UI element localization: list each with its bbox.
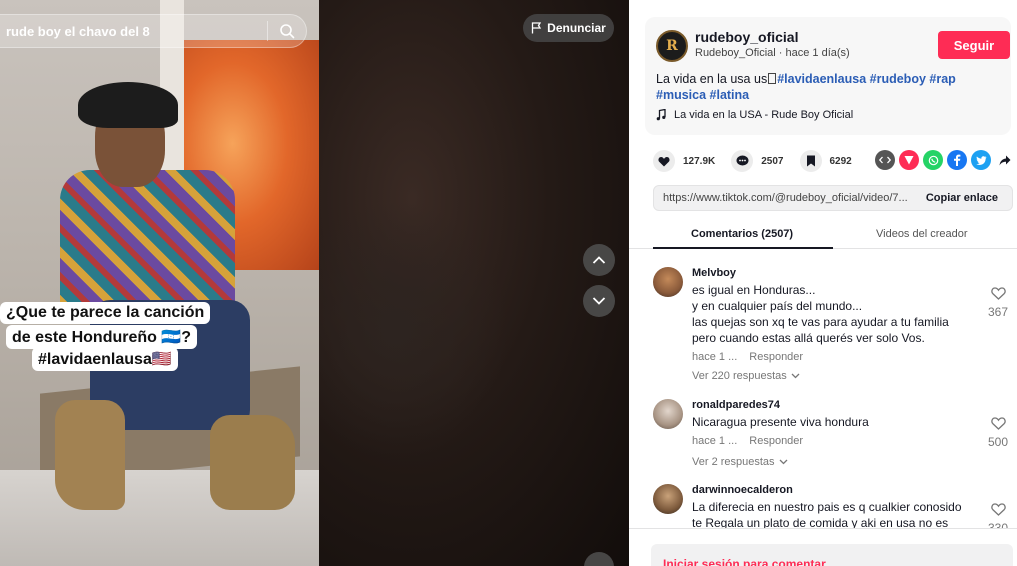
video-description: La vida en la usa us #lavidaenlausa #rude… [656,71,1006,103]
report-label: Denunciar [547,21,606,35]
comment-text: Nicaragua presente viva hondura [692,415,869,429]
video-caption-line-3: #lavidaenlausa🇺🇸 [32,347,178,371]
comment-like-button[interactable]: 330 [985,503,1011,528]
view-replies-button[interactable]: Ver 220 respuestas [692,370,800,382]
whatsapp-icon[interactable] [923,150,943,170]
chevron-down-icon [779,459,788,465]
copy-link-button[interactable]: Copiar enlace [916,192,1012,204]
comment-time: hace 1 ... [692,435,738,447]
comment-meta: hace 1 ... Responder [692,435,803,447]
panel-tabs: Comentarios (2507) Videos del creador [629,222,1017,249]
hashtag[interactable]: #lavidaenlausa [777,72,866,86]
commenter-username[interactable]: Melvboy [692,267,736,279]
video-caption-line-1: ¿Que te parece la canción [0,302,211,324]
author-subline: Rudeboy_Oficial · hace 1 día(s) [695,47,850,59]
heart-outline-icon [990,503,1006,516]
music-note-icon [656,109,666,121]
view-replies-label: Ver 2 respuestas [692,456,775,468]
send-icon[interactable] [899,150,919,170]
save-button[interactable]: 6292 [799,150,852,172]
commenter-avatar[interactable] [653,267,683,297]
flag-icon [532,22,542,34]
comment-text: La diferecia en nuestro pais es q cualki… [692,500,962,528]
subline-separator: · [778,47,783,59]
tiktok-video-page: ¿Que te parece la canción de este Hondur… [0,0,1017,566]
search-icon [280,24,295,39]
unknown-glyph-icon [768,73,777,84]
twitter-icon[interactable] [971,150,991,170]
share-link-box: https://www.tiktok.com/@rudeboy_oficial/… [653,185,1013,211]
author-card: R rudeboy_oficial Rudeboy_Oficial · hace… [645,17,1011,135]
like-count: 127.9K [683,155,716,167]
heart-icon [653,150,675,172]
search-bar[interactable]: rude boy el chavo del 8 [0,14,307,48]
share-arrow-icon[interactable] [995,150,1015,170]
share-options [875,150,1015,170]
view-replies-label: Ver 220 respuestas [692,370,787,382]
engagement-stats: 127.9K 2507 6292 [653,150,868,172]
comment-like-count: 500 [987,435,1009,449]
comment-icon [731,150,754,172]
music-link[interactable]: La vida en la USA - Rude Boy Oficial [656,109,853,121]
save-count: 6292 [829,155,852,167]
hashtag[interactable]: #rudeboy [870,72,926,86]
description-text: La vida en la usa us [656,72,768,86]
search-input[interactable]: rude boy el chavo del 8 [0,24,267,39]
comment-like-count: 330 [987,521,1009,528]
comment-text: es igual en Honduras... y en cualquier p… [692,283,949,345]
comment-like-button[interactable]: 367 [985,287,1011,319]
facebook-icon[interactable] [947,150,967,170]
comment-count: 2507 [761,155,784,167]
blurred-background [319,0,629,566]
previous-video-button[interactable] [583,244,615,276]
video-link[interactable]: https://www.tiktok.com/@rudeboy_oficial/… [654,192,916,204]
commenter-username[interactable]: ronaldparedes74 [692,399,780,411]
heart-outline-icon [990,287,1006,300]
login-to-comment-link[interactable]: Iniciar sesión para comentar [663,557,826,566]
comment-list[interactable]: Melvboy es igual en Honduras... y en cua… [629,250,1017,528]
bookmark-icon [799,150,822,172]
search-button[interactable] [268,15,306,47]
tab-creator-videos[interactable]: Videos del creador [876,228,968,240]
chevron-down-icon [791,373,800,379]
video-caption-line-2: de este Hondureño 🇭🇳? [6,325,198,349]
chevron-down-icon [592,297,606,305]
details-panel: R rudeboy_oficial Rudeboy_Oficial · hace… [629,0,1017,566]
author-avatar[interactable]: R [656,30,688,62]
tab-comments[interactable]: Comentarios (2507) [691,228,793,240]
commenter-username[interactable]: darwinnoecalderon [692,484,793,496]
music-title: La vida en la USA - Rude Boy Oficial [674,109,854,121]
like-button[interactable]: 127.9K [653,150,715,172]
author-username[interactable]: rudeboy_oficial [695,29,798,45]
comment-meta: hace 1 ... Responder [692,351,803,363]
post-time: hace 1 día(s) [785,47,850,59]
hashtag[interactable]: #rap [929,72,955,86]
embed-icon[interactable] [875,150,895,170]
video-player[interactable]: ¿Que te parece la canción de este Hondur… [0,0,629,566]
reply-button[interactable]: Responder [749,435,803,447]
view-replies-button[interactable]: Ver 2 respuestas [692,456,788,468]
comment-input-divider [629,528,1017,529]
video-frame[interactable]: ¿Que te parece la canción de este Hondur… [0,0,319,566]
comment-like-count: 367 [987,305,1009,319]
comment-time: hace 1 ... [692,351,738,363]
reply-button[interactable]: Responder [749,351,803,363]
hashtag[interactable]: #latina [710,88,750,102]
commenter-avatar[interactable] [653,484,683,514]
follow-button[interactable]: Seguir [938,31,1010,59]
chevron-up-icon [592,256,606,264]
hashtag[interactable]: #musica [656,88,706,102]
next-video-button[interactable] [583,285,615,317]
author-nickname: Rudeboy_Oficial [695,47,776,59]
active-tab-indicator [653,247,833,249]
comment-button[interactable]: 2507 [731,150,784,172]
login-to-comment-bar[interactable]: Iniciar sesión para comentar [651,544,1013,566]
heart-outline-icon [990,417,1006,430]
commenter-avatar[interactable] [653,399,683,429]
comment-like-button[interactable]: 500 [985,417,1011,449]
report-button[interactable]: Denunciar [523,14,614,42]
